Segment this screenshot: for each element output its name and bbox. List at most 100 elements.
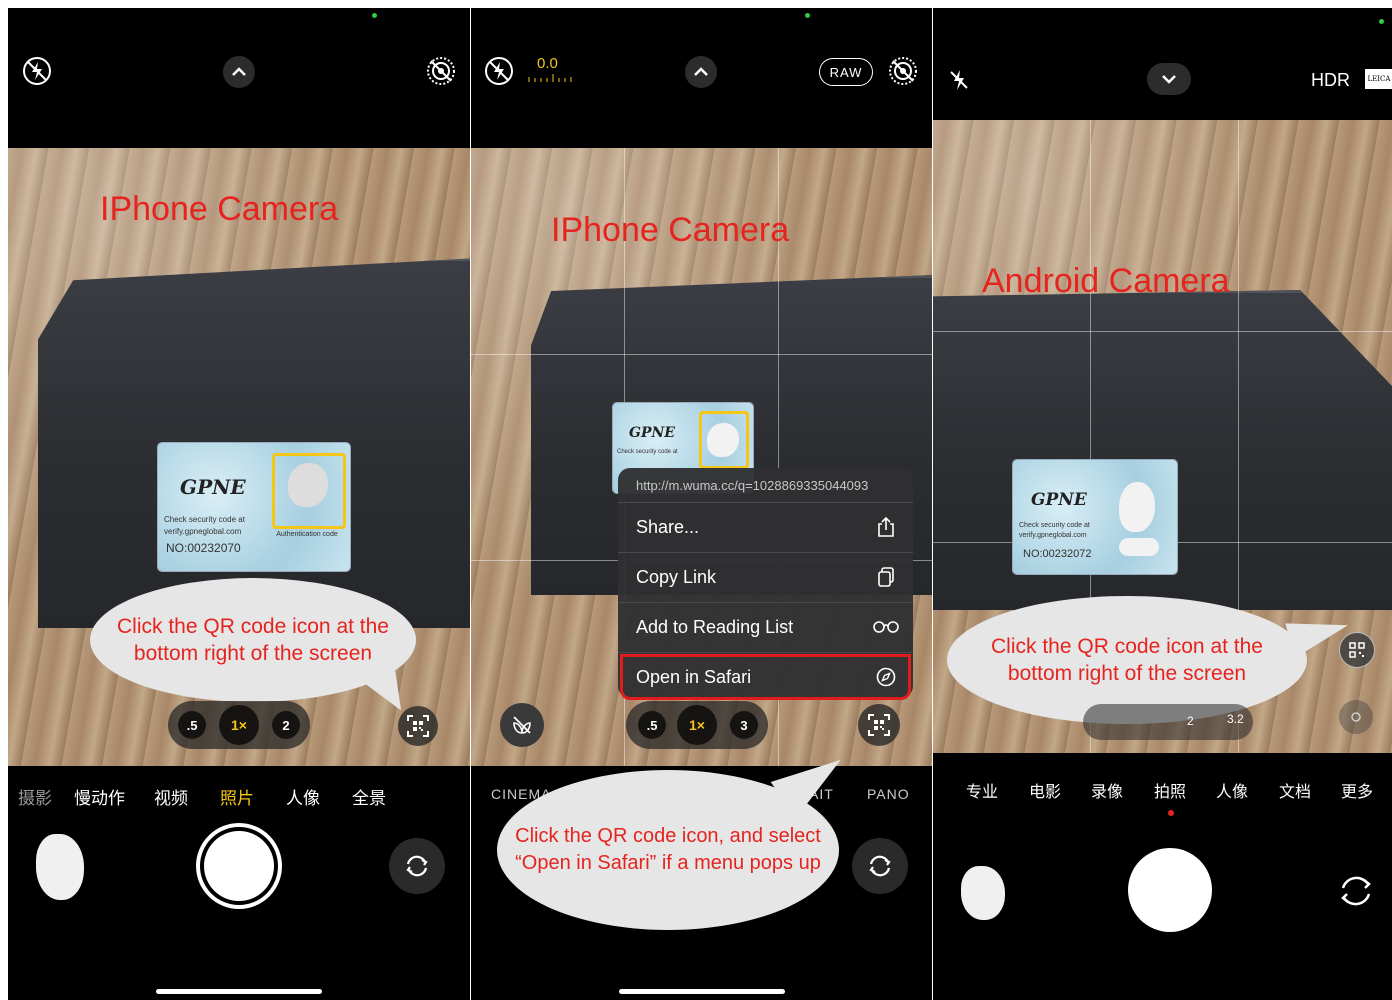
sticker-serial: NO:00232070 — [166, 541, 241, 555]
home-indicator[interactable] — [156, 989, 322, 994]
panel-title: IPhone Camera — [100, 190, 339, 228]
sticker-line2: verify.gpneglobal.com — [164, 527, 242, 536]
menu-url: http://m.wuma.cc/q=1028869335044093 — [636, 478, 869, 493]
viewfinder: GPNE Check security code at verify.gpneg… — [8, 148, 470, 766]
mode-movie[interactable]: 电影 — [1029, 778, 1061, 802]
zoom-2x-button[interactable]: 2 — [1187, 714, 1194, 728]
mode-pro[interactable]: 专业 — [966, 778, 998, 802]
viewfinder: GPNE Check security code at IPhone Camer… — [471, 148, 932, 766]
qr-code-scan-button[interactable] — [398, 706, 438, 746]
qr-blur — [707, 423, 739, 457]
sticker-line2: verify.gpneglobal.com — [1019, 532, 1087, 539]
menu-item-reading-list[interactable]: Add to Reading List — [618, 602, 913, 652]
qr-blur — [288, 463, 328, 507]
zoom-selector: 2 3.2 — [1083, 704, 1253, 740]
qr-code-icon — [868, 714, 890, 736]
raw-toggle-button[interactable]: RAW — [819, 58, 873, 86]
sticker-brand: GPNE — [180, 475, 246, 499]
viewfinder: GPNE Check security code at verify.gpneg… — [933, 120, 1392, 753]
sticker-line1: Check security code at — [1019, 522, 1090, 529]
sticker-brand: GPNE — [629, 425, 675, 441]
live-photo-off-icon[interactable] — [426, 56, 456, 86]
security-sticker: GPNE Check security code at verify.gpneg… — [1013, 460, 1177, 574]
sticker-brand: GPNE — [1031, 490, 1087, 510]
android-camera-panel: HDR LEICA GPNE Check security code at ve… — [933, 8, 1392, 1000]
mode-video[interactable]: 录像 — [1091, 778, 1123, 802]
privacy-indicator — [805, 13, 810, 18]
qr-code-scan-button[interactable] — [858, 704, 900, 746]
macro-off-button[interactable] — [500, 703, 544, 747]
mode-document[interactable]: 文档 — [1279, 778, 1311, 802]
share-icon — [873, 514, 899, 540]
mode-video[interactable]: 视频 — [154, 784, 188, 809]
zoom-3x-button[interactable]: 3 — [730, 711, 758, 739]
flash-off-icon[interactable] — [22, 56, 52, 86]
sticker-serial: NO:00232072 — [1023, 548, 1092, 560]
zoom-selector: .5 1× 3 — [626, 701, 768, 749]
sticker-line1: Check security code at — [617, 449, 678, 455]
panel-title: Android Camera — [982, 262, 1230, 300]
sticker-line1: Check security code at — [164, 515, 245, 524]
exposure-value: 0.0 — [537, 55, 558, 72]
live-photo-off-icon[interactable] — [888, 56, 918, 86]
top-bar: HDR LEICA — [933, 8, 1392, 120]
flip-camera-icon — [406, 855, 428, 877]
mode-slowmo-2[interactable]: 慢动作 — [74, 784, 125, 809]
macro-off-icon — [513, 716, 531, 734]
top-bar: 0.0 RAW — [471, 8, 932, 148]
hdr-toggle[interactable]: HDR — [1311, 70, 1350, 91]
qr-code-icon — [407, 715, 429, 737]
menu-item-open-in-safari[interactable]: Open in Safari — [618, 652, 913, 702]
shutter-button[interactable] — [196, 823, 282, 909]
mode-photo[interactable]: 拍照 — [1154, 778, 1186, 802]
last-photo-thumbnail[interactable] — [36, 834, 84, 900]
top-bar — [8, 8, 470, 148]
flip-camera-icon — [869, 855, 891, 877]
zoom-0.5-button[interactable]: .5 — [638, 711, 666, 739]
qr-code-icon — [1349, 642, 1365, 658]
privacy-indicator — [1379, 19, 1384, 24]
mode-pano[interactable]: 全景 — [352, 784, 386, 809]
flip-camera-button[interactable] — [389, 838, 445, 894]
qr-blur — [1119, 482, 1155, 532]
menu-item-copy-link[interactable]: Copy Link — [618, 552, 913, 602]
qr-blur-2 — [1119, 538, 1159, 556]
privacy-indicator — [372, 13, 377, 18]
mode-pano[interactable]: PANO — [867, 786, 910, 802]
mode-portrait[interactable]: 人像 — [286, 784, 320, 809]
sticker-auth: Authentication code — [276, 531, 338, 538]
leica-watermark-toggle[interactable]: LEICA — [1365, 69, 1392, 89]
exposure-indicator[interactable]: 0.0 — [527, 54, 577, 84]
context-menu: http://m.wuma.cc/q=1028869335044093 Shar… — [618, 468, 913, 700]
home-indicator[interactable] — [619, 989, 785, 994]
zoom-3.2x-button[interactable]: 3.2 — [1227, 712, 1244, 726]
zoom-2x-button[interactable]: 2 — [272, 711, 300, 739]
zoom-1x-button[interactable]: 1× — [677, 705, 717, 745]
zoom-selector: .5 1× 2 — [168, 701, 310, 749]
flash-off-icon[interactable] — [484, 56, 514, 86]
mode-more[interactable]: 更多 — [1341, 778, 1373, 802]
zoom-1x-button[interactable]: 1× — [219, 705, 259, 745]
flip-camera-icon — [1341, 876, 1371, 906]
compass-icon — [873, 664, 899, 690]
mode-portrait[interactable]: 人像 — [1216, 778, 1248, 802]
last-photo-thumbnail[interactable] — [961, 866, 1005, 920]
menu-item-share[interactable]: Share... — [618, 502, 913, 552]
flip-camera-button[interactable] — [1335, 870, 1377, 912]
chevron-up-icon[interactable] — [685, 56, 717, 88]
qr-code-scan-button[interactable] — [1339, 632, 1375, 668]
mode-slowmo[interactable]: 摄影 — [18, 784, 52, 809]
chevron-up-icon[interactable] — [223, 56, 255, 88]
glasses-icon — [873, 614, 899, 640]
copy-link-icon — [873, 564, 899, 590]
shutter-button[interactable] — [1128, 848, 1212, 932]
zoom-0.5-button[interactable]: .5 — [178, 711, 206, 739]
iphone-camera-panel-1: GPNE Check security code at verify.gpneg… — [8, 8, 470, 1000]
settings-icon[interactable] — [1339, 700, 1373, 734]
security-sticker: GPNE Check security code at verify.gpneg… — [158, 443, 350, 571]
flip-camera-button[interactable] — [852, 838, 908, 894]
active-mode-dot — [1168, 810, 1174, 816]
mode-photo[interactable]: 照片 — [220, 784, 254, 809]
chevron-down-icon[interactable] — [1147, 63, 1191, 95]
flash-off-icon[interactable] — [947, 68, 971, 92]
